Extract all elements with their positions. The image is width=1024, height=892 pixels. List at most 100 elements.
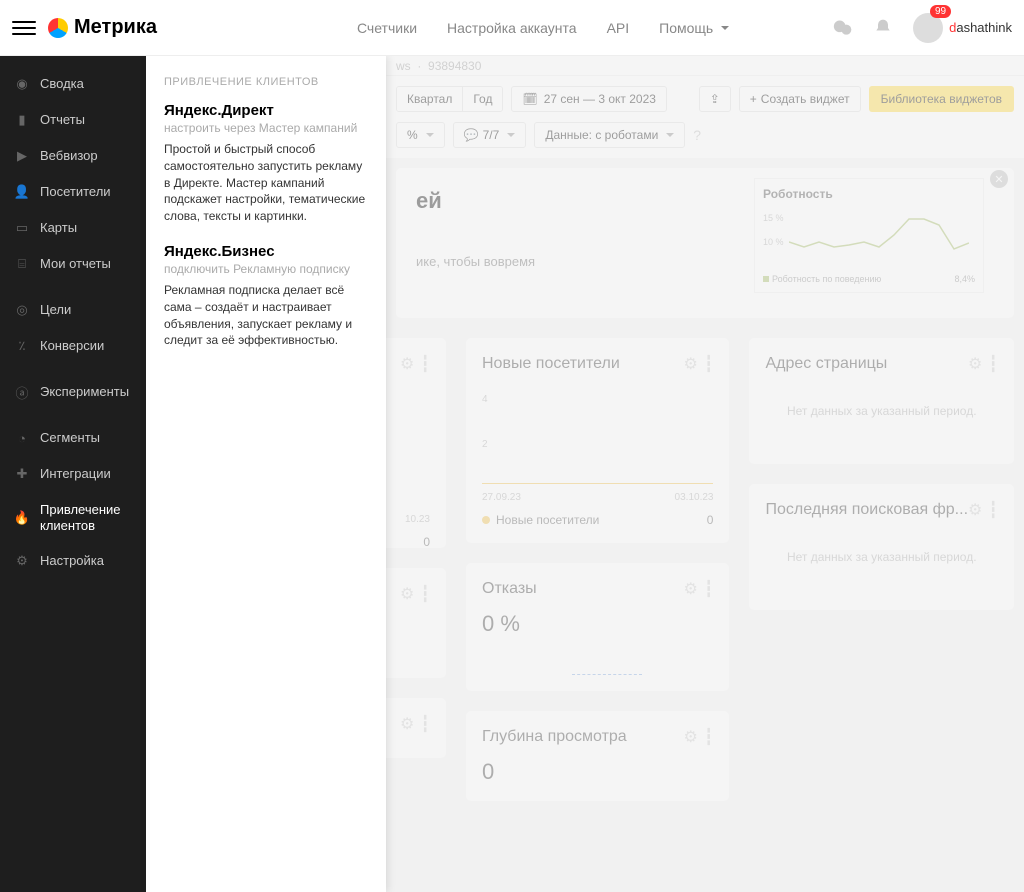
header: Метрика Счетчики Настройка аккаунта API … <box>0 0 1024 56</box>
sidebar-summary[interactable]: ◉Сводка <box>0 66 146 102</box>
gear-icon[interactable]: ⚙ <box>400 584 414 604</box>
drag-icon[interactable]: ┇ <box>420 714 430 734</box>
gear-icon[interactable]: ⚙ <box>968 354 982 374</box>
sparkline <box>572 655 642 675</box>
export-button[interactable]: ⇪ <box>699 86 731 112</box>
data-robots-select[interactable]: Данные: с роботами <box>534 122 685 148</box>
gear-icon[interactable]: ⚙ <box>400 354 414 374</box>
flyout-business-sub: подключить Рекламную подписку <box>164 262 368 276</box>
flyout-business[interactable]: Яндекс.Бизнес подключить Рекламную подпи… <box>164 243 368 349</box>
widget-partial-3: ⚙┇ <box>386 698 446 758</box>
chat-icon[interactable] <box>833 18 853 38</box>
flyout-direct[interactable]: Яндекс.Директ настроить через Мастер кам… <box>164 102 368 225</box>
help-icon[interactable]: ? <box>693 127 701 143</box>
drag-icon[interactable]: ┇ <box>988 354 998 374</box>
sidebar-settings[interactable]: ⚙Настройка <box>0 543 146 579</box>
mini-chart-title: Роботность <box>763 187 975 201</box>
gear-icon[interactable]: ⚙ <box>400 714 414 734</box>
sidebar: ◉Сводка ▮Отчеты ▶Вебвизор 👤Посетители ▭К… <box>0 56 146 892</box>
sidebar-maps[interactable]: ▭Карты <box>0 210 146 246</box>
acquisition-flyout: ПРИВЛЕЧЕНИЕ КЛИЕНТОВ Яндекс.Директ настр… <box>146 56 386 892</box>
flyout-direct-sub: настроить через Мастер кампаний <box>164 121 368 135</box>
widgets-grid: ⚙┇ 10.23 0 ⚙┇ ⚙┇ Новые посетители <box>386 328 1024 811</box>
flyout-business-heading: Яндекс.Бизнес <box>164 243 368 260</box>
gear-icon[interactable]: ⚙ <box>684 354 698 374</box>
widget-title: Новые посетители <box>482 355 684 373</box>
hamburger-menu-icon[interactable] <box>12 16 36 40</box>
username: dashathink <box>949 20 1012 35</box>
widget-search-phrase: Последняя поисковая фр... ⚙┇ Нет данных … <box>749 484 1014 610</box>
widget-partial-1: ⚙┇ 10.23 0 <box>386 338 446 548</box>
period-year[interactable]: Год <box>463 87 502 111</box>
period-toggle: Квартал Год <box>396 86 503 112</box>
widget-new-visitors: Новые посетители ⚙┇ 4 2 27.09.2303.10.23… <box>466 338 729 543</box>
legend-dot-icon <box>482 516 490 524</box>
sidebar-visitors[interactable]: 👤Посетители <box>0 174 146 210</box>
logo[interactable]: Метрика <box>48 16 157 39</box>
nav-account[interactable]: Настройка аккаунта <box>447 20 577 36</box>
date-range-picker[interactable]: 🗓 27 сен — 3 окт 2023 <box>511 86 666 112</box>
map-icon: ▭ <box>14 220 30 236</box>
drag-icon[interactable]: ┇ <box>420 354 430 374</box>
screen-icon: ⌸ <box>14 256 30 272</box>
toolbar-row-1: Квартал Год 🗓 27 сен — 3 окт 2023 ⇪ +Соз… <box>386 76 1024 122</box>
sidebar-segments[interactable]: ◔Сегменты <box>0 420 146 456</box>
drag-icon[interactable]: ┇ <box>704 727 714 747</box>
bell-icon[interactable] <box>873 18 893 38</box>
export-icon: ⇪ <box>710 92 720 106</box>
sparkline-icon <box>789 207 969 267</box>
widget-partial-2: ⚙┇ <box>386 568 446 678</box>
close-icon[interactable]: ✕ <box>990 170 1008 188</box>
sidebar-webvisor[interactable]: ▶Вебвизор <box>0 138 146 174</box>
nav-counters[interactable]: Счетчики <box>357 20 417 36</box>
chart-area: 4 2 <box>482 394 713 484</box>
nav-help[interactable]: Помощь <box>659 20 729 36</box>
flyout-direct-heading: Яндекс.Директ <box>164 102 368 119</box>
drag-icon[interactable]: ┇ <box>420 584 430 604</box>
nodata-text: Нет данных за указанный период. <box>765 520 998 594</box>
calendar-icon: 🗓 <box>522 92 537 106</box>
target-icon: ◎ <box>14 302 30 318</box>
sidebar-reports[interactable]: ▮Отчеты <box>0 102 146 138</box>
comments-select[interactable]: 💬7/7 <box>453 122 527 148</box>
hero-banner: ✕ ей ике, чтобы вовремя Роботность 15 % … <box>396 168 1014 318</box>
period-quarter[interactable]: Квартал <box>397 87 463 111</box>
widget-title: Глубина просмотра <box>482 728 684 746</box>
nav-api[interactable]: API <box>607 20 630 36</box>
drag-icon[interactable]: ┇ <box>704 579 714 599</box>
widget-title: Адрес страницы <box>765 355 968 373</box>
gear-icon[interactable]: ⚙ <box>684 727 698 747</box>
play-icon: ▶ <box>14 148 30 164</box>
drag-icon[interactable]: ┇ <box>988 500 998 520</box>
site-suffix: ws <box>396 59 411 73</box>
percent-select[interactable]: % <box>396 122 445 148</box>
gear-icon[interactable]: ⚙ <box>968 500 982 520</box>
counter-id: 93894830 <box>428 59 481 73</box>
date-range-text: 27 сен — 3 окт 2023 <box>544 92 656 106</box>
sidebar-acquisition[interactable]: 🔥Привлечение клиентов <box>0 492 146 543</box>
robotness-mini-chart: Роботность 15 % 10 % Роботность по повед… <box>754 178 984 293</box>
ab-icon: ⓐ <box>14 384 30 400</box>
widget-bounce: Отказы ⚙┇ 0 % <box>466 563 729 691</box>
sidebar-integrations[interactable]: ✚Интеграции <box>0 456 146 492</box>
logo-text: Метрика <box>74 16 157 39</box>
flyout-business-desc: Рекламная подписка делает всё сама – соз… <box>164 282 368 349</box>
comment-icon: 💬 <box>464 128 479 142</box>
sidebar-goals[interactable]: ◎Цели <box>0 292 146 328</box>
widget-library-button[interactable]: Библиотека виджетов <box>869 86 1014 112</box>
bars-icon: ▮ <box>14 112 30 128</box>
flyout-direct-desc: Простой и быстрый способ самостоятельно … <box>164 141 368 225</box>
drag-icon[interactable]: ┇ <box>704 354 714 374</box>
sidebar-conversions[interactable]: ٪Конверсии <box>0 328 146 364</box>
gear-icon: ⚙ <box>14 553 30 569</box>
nodata-text: Нет данных за указанный период. <box>765 374 998 448</box>
create-widget-button[interactable]: +Создать виджет <box>739 86 861 112</box>
sidebar-experiments[interactable]: ⓐЭксперименты <box>0 374 146 410</box>
percent-icon: ٪ <box>14 338 30 354</box>
gear-icon[interactable]: ⚙ <box>684 579 698 599</box>
header-right: 99 dashathink <box>833 13 1012 43</box>
bounce-value: 0 % <box>482 611 713 637</box>
user-menu[interactable]: 99 dashathink <box>913 13 1012 43</box>
sidebar-myreports[interactable]: ⌸Мои отчеты <box>0 246 146 282</box>
mini-chart-value: 8,4% <box>954 274 975 284</box>
